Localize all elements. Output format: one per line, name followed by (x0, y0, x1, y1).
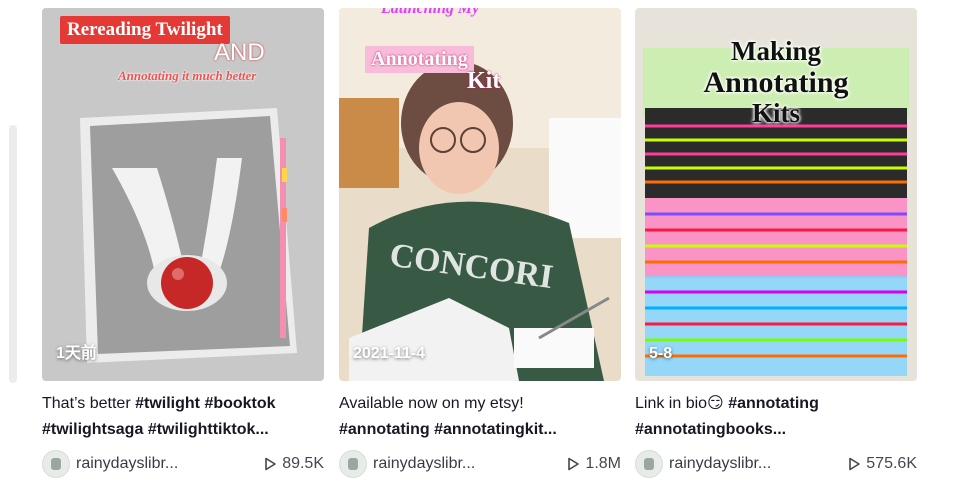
avatar[interactable] (42, 450, 70, 478)
video-thumbnail[interactable]: Making Annotating Kits 5-8 (635, 8, 917, 381)
avatar[interactable] (635, 450, 663, 478)
play-icon (568, 457, 580, 471)
play-count-value: 89.5K (282, 455, 324, 472)
desc-text: Available now on my etsy! (339, 395, 524, 412)
hashtag[interactable]: #twilightsaga (42, 421, 143, 438)
video-thumbnail[interactable]: Rereading Twilight AND Annotating it muc… (42, 8, 324, 381)
video-date: 5-8 (649, 345, 673, 362)
video-description: Available now on my etsy! #annotating #a… (339, 391, 621, 443)
hashtag[interactable]: #annotating (339, 421, 430, 438)
desc-text: That’s better (42, 395, 136, 412)
overlay-kit: Kit (467, 68, 501, 94)
video-date: 2021-11-4 (353, 345, 426, 362)
hashtag[interactable]: #booktok (204, 395, 275, 412)
hashtag[interactable]: #twilighttiktok... (148, 421, 269, 438)
play-count: 575.6K (846, 455, 917, 473)
play-count-value: 575.6K (866, 455, 917, 472)
play-count: 89.5K (262, 455, 324, 473)
play-icon (265, 457, 276, 471)
overlay-subtitle: Annotating it much better (118, 68, 257, 83)
video-date: 1天前 (56, 345, 97, 362)
page-scrollbar[interactable] (9, 125, 17, 383)
hashtag[interactable]: #annotating (728, 395, 819, 412)
play-count-value: 1.8M (585, 455, 621, 472)
thumbnail-image (42, 8, 324, 381)
video-card[interactable]: Rereading Twilight AND Annotating it muc… (42, 8, 324, 479)
video-meta: rainydayslibr... 89.5K (42, 449, 324, 479)
overlay-top-text: Launching My (381, 8, 480, 17)
avatar[interactable] (339, 450, 367, 478)
video-thumbnail[interactable]: CONCORI Launching My Annotating Kit 2021… (339, 8, 621, 381)
video-meta: rainydayslibr... 575.6K (635, 449, 917, 479)
video-description: That’s better #twilight #booktok #twilig… (42, 391, 324, 443)
overlay-title: Annotating (365, 46, 474, 73)
overlay-title-line3: Kits (751, 98, 800, 128)
overlay-title: Rereading Twilight (60, 16, 230, 44)
hashtag[interactable]: #annotatingkit... (434, 421, 557, 438)
video-card[interactable]: Making Annotating Kits 5-8 Link in bio😏 … (635, 8, 917, 479)
hashtag[interactable]: #annotatingbooks... (635, 421, 786, 438)
desc-text: Link in bio (635, 395, 708, 412)
video-description: Link in bio😏 #annotating #annotatingbook… (635, 391, 917, 443)
overlay-and: AND (214, 39, 265, 66)
author-name[interactable]: rainydayslibr... (76, 455, 206, 473)
author-name[interactable]: rainydayslibr... (669, 455, 799, 473)
play-count: 1.8M (565, 455, 621, 473)
overlay-title-line1: Making (730, 36, 822, 66)
smirk-emoji-icon: 😏 (707, 395, 724, 412)
author-name[interactable]: rainydayslibr... (373, 455, 503, 473)
play-icon (849, 457, 861, 471)
hashtag[interactable]: #twilight (135, 395, 200, 412)
video-meta: rainydayslibr... 1.8M (339, 449, 621, 479)
video-card[interactable]: CONCORI Launching My Annotating Kit 2021… (339, 8, 621, 479)
overlay-title-line2: Annotating (703, 66, 849, 99)
